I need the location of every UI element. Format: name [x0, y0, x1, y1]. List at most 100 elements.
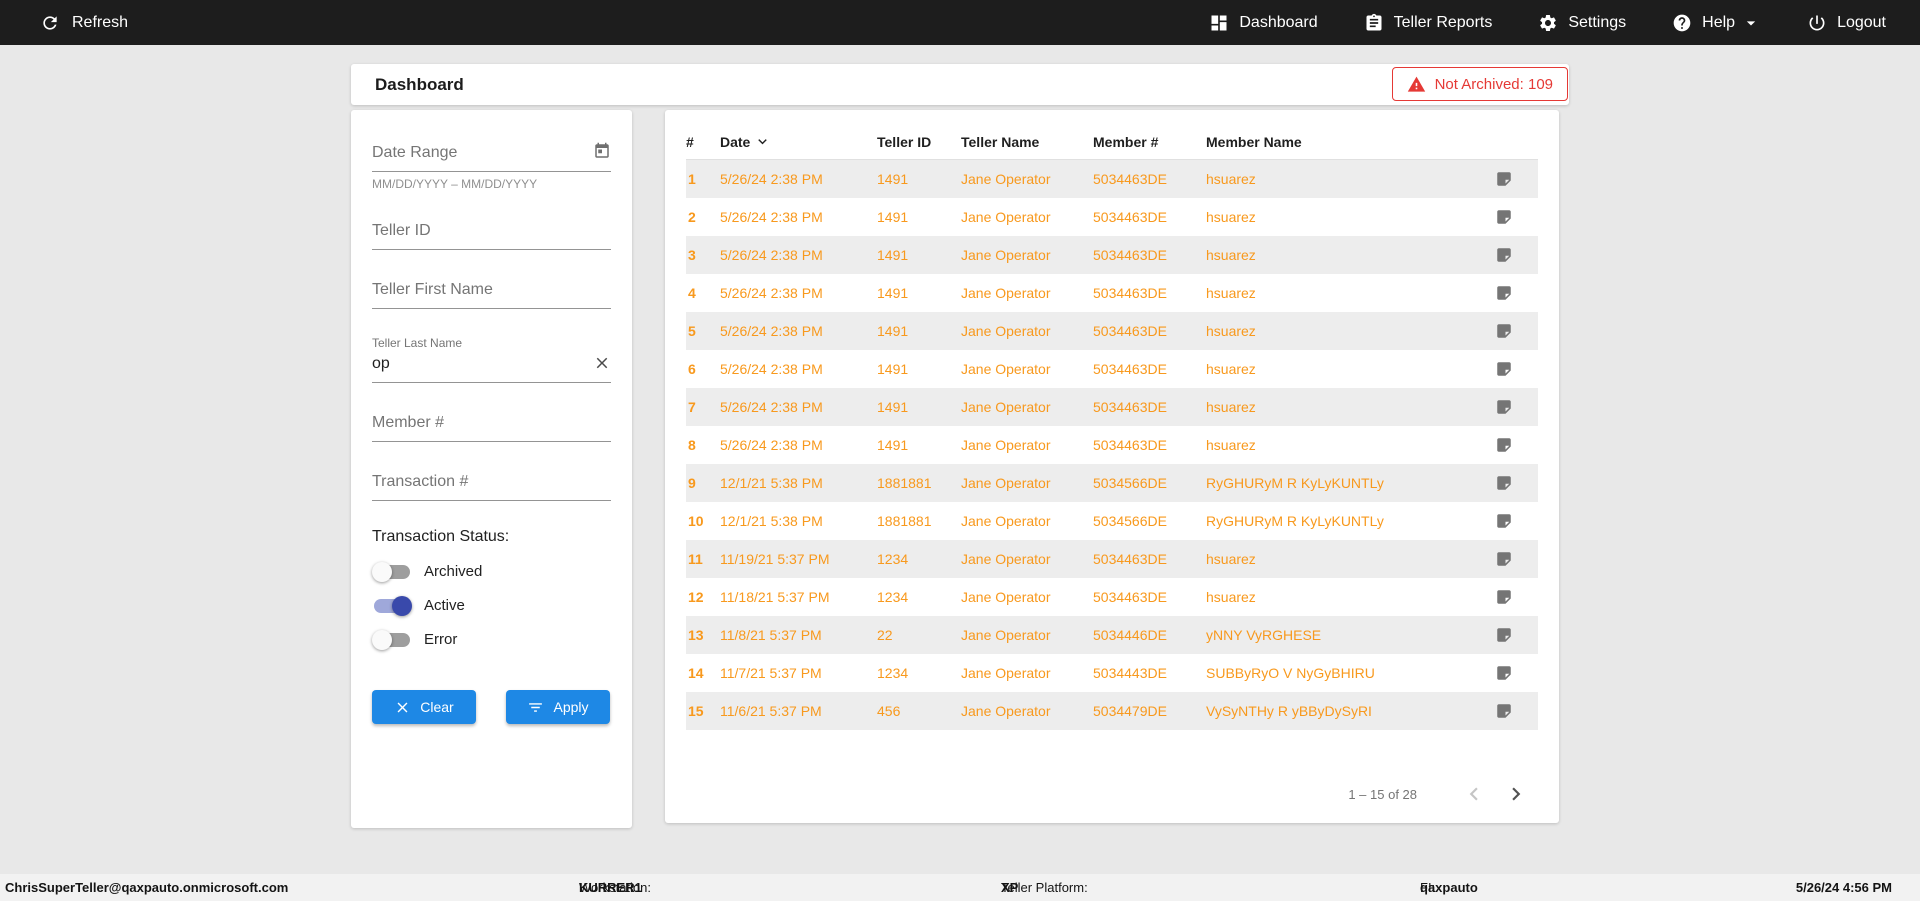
pagination-range: 1 – 15 of 28 — [1348, 787, 1417, 802]
cell-teller-name: Jane Operator — [961, 361, 1093, 377]
cell-teller-name: Jane Operator — [961, 627, 1093, 643]
cell-teller-id: 1491 — [877, 399, 961, 415]
table-row[interactable]: 4 5/26/24 2:38 PM 1491 Jane Operator 503… — [686, 274, 1538, 312]
date-range-field: MM/DD/YYYY – MM/DD/YYYY — [372, 140, 611, 191]
pagination-prev-icon[interactable] — [1461, 781, 1487, 807]
table-row[interactable]: 2 5/26/24 2:38 PM 1491 Jane Operator 503… — [686, 198, 1538, 236]
warning-icon — [1407, 75, 1426, 94]
cell-member-name: SUBByRyO V NyGyBHIRU — [1206, 665, 1495, 681]
table-row[interactable]: 6 5/26/24 2:38 PM 1491 Jane Operator 503… — [686, 350, 1538, 388]
teller-first-name-input[interactable] — [372, 277, 611, 309]
nav-logout[interactable]: Logout — [1807, 13, 1886, 33]
cell-member-num: 5034463DE — [1093, 589, 1206, 605]
apply-button[interactable]: Apply — [506, 690, 610, 724]
chevron-down-icon — [1745, 13, 1761, 33]
cell-teller-name: Jane Operator — [961, 437, 1093, 453]
table-row[interactable]: 10 12/1/21 5:38 PM 1881881 Jane Operator… — [686, 502, 1538, 540]
archived-toggle[interactable] — [374, 565, 410, 579]
note-icon[interactable] — [1495, 322, 1538, 340]
toggle-row-active[interactable]: Active — [372, 597, 611, 614]
cell-date: 5/26/24 2:38 PM — [720, 285, 877, 301]
clear-button[interactable]: Clear — [372, 690, 476, 724]
note-icon[interactable] — [1495, 474, 1538, 492]
note-icon[interactable] — [1495, 702, 1538, 720]
note-icon[interactable] — [1495, 170, 1538, 188]
note-icon[interactable] — [1495, 284, 1538, 302]
table-row[interactable]: 1 5/26/24 2:38 PM 1491 Jane Operator 503… — [686, 160, 1538, 198]
pagination: 1 – 15 of 28 — [1348, 781, 1529, 807]
table-row[interactable]: 14 11/7/21 5:37 PM 1234 Jane Operator 50… — [686, 654, 1538, 692]
cell-teller-id: 456 — [877, 703, 961, 719]
table-row[interactable]: 9 12/1/21 5:38 PM 1881881 Jane Operator … — [686, 464, 1538, 502]
pagination-next-icon[interactable] — [1503, 781, 1529, 807]
note-icon[interactable] — [1495, 398, 1538, 416]
transaction-number-input[interactable] — [372, 469, 611, 501]
cell-member-num: 5034446DE — [1093, 627, 1206, 643]
table-row[interactable]: 11 11/19/21 5:37 PM 1234 Jane Operator 5… — [686, 540, 1538, 578]
active-toggle[interactable] — [374, 599, 410, 613]
note-icon[interactable] — [1495, 208, 1538, 226]
toggle-row-error[interactable]: Error — [372, 631, 611, 648]
calendar-icon[interactable] — [593, 142, 611, 160]
table-row[interactable]: 15 11/6/21 5:37 PM 456 Jane Operator 503… — [686, 692, 1538, 730]
nav-logout-label: Logout — [1837, 14, 1886, 32]
table-row[interactable]: 13 11/8/21 5:37 PM 22 Jane Operator 5034… — [686, 616, 1538, 654]
table-row[interactable]: 5 5/26/24 2:38 PM 1491 Jane Operator 503… — [686, 312, 1538, 350]
column-header-date[interactable]: Date — [720, 133, 877, 150]
cell-teller-name: Jane Operator — [961, 323, 1093, 339]
table-row[interactable]: 7 5/26/24 2:38 PM 1491 Jane Operator 503… — [686, 388, 1538, 426]
footer-datetime: 5/26/24 4:56 PM — [1796, 874, 1892, 901]
close-icon — [394, 699, 411, 716]
teller-last-name-label: Teller Last Name — [372, 336, 611, 350]
note-icon[interactable] — [1495, 360, 1538, 378]
column-header-member-name: Member Name — [1206, 134, 1495, 150]
toggle-row-archived[interactable]: Archived — [372, 563, 611, 580]
error-toggle[interactable] — [374, 633, 410, 647]
cell-date: 12/1/21 5:38 PM — [720, 475, 877, 491]
refresh-button[interactable]: Refresh — [40, 13, 128, 33]
teller-id-field — [372, 218, 611, 250]
note-icon[interactable] — [1495, 626, 1538, 644]
table-row[interactable]: 8 5/26/24 2:38 PM 1491 Jane Operator 503… — [686, 426, 1538, 464]
cell-teller-name: Jane Operator — [961, 513, 1093, 529]
cell-num: 1 — [686, 171, 720, 187]
cell-member-num: 5034479DE — [1093, 703, 1206, 719]
note-icon[interactable] — [1495, 246, 1538, 264]
cell-num: 3 — [686, 247, 720, 263]
cell-date: 11/7/21 5:37 PM — [720, 665, 877, 681]
note-icon[interactable] — [1495, 664, 1538, 682]
cell-date: 11/19/21 5:37 PM — [720, 551, 877, 567]
cell-teller-name: Jane Operator — [961, 551, 1093, 567]
cell-teller-id: 1234 — [877, 665, 961, 681]
note-icon[interactable] — [1495, 588, 1538, 606]
nav-help[interactable]: Help — [1672, 13, 1761, 33]
cell-teller-id: 1234 — [877, 589, 961, 605]
note-icon[interactable] — [1495, 550, 1538, 568]
cell-date: 11/18/21 5:37 PM — [720, 589, 877, 605]
cell-date: 5/26/24 2:38 PM — [720, 171, 877, 187]
nav-teller-reports[interactable]: Teller Reports — [1364, 13, 1493, 33]
column-header-teller-id: Teller ID — [877, 134, 961, 150]
cell-date: 12/1/21 5:38 PM — [720, 513, 877, 529]
teller-id-input[interactable] — [372, 218, 611, 250]
teller-last-name-input[interactable] — [372, 351, 611, 383]
note-icon[interactable] — [1495, 436, 1538, 454]
cell-teller-id: 1881881 — [877, 475, 961, 491]
cell-member-name: hsuarez — [1206, 247, 1495, 263]
not-archived-label: Not Archived: 109 — [1435, 76, 1553, 93]
table-row[interactable]: 3 5/26/24 2:38 PM 1491 Jane Operator 503… — [686, 236, 1538, 274]
member-number-input[interactable] — [372, 410, 611, 442]
note-icon[interactable] — [1495, 512, 1538, 530]
nav-dashboard-label: Dashboard — [1239, 14, 1317, 32]
cell-member-name: RyGHURyM R KyLyKUNTLy — [1206, 475, 1495, 491]
date-range-input[interactable] — [372, 140, 611, 172]
cell-member-name: yNNY VyRGHESE — [1206, 627, 1495, 643]
table-row[interactable]: 12 11/18/21 5:37 PM 1234 Jane Operator 5… — [686, 578, 1538, 616]
cell-num: 13 — [686, 627, 720, 643]
cell-member-num: 5034463DE — [1093, 437, 1206, 453]
nav-settings[interactable]: Settings — [1538, 13, 1626, 33]
nav-dashboard[interactable]: Dashboard — [1209, 13, 1317, 33]
clear-field-icon[interactable] — [593, 354, 611, 372]
column-header-member-num: Member # — [1093, 134, 1206, 150]
not-archived-badge[interactable]: Not Archived: 109 — [1392, 67, 1568, 101]
